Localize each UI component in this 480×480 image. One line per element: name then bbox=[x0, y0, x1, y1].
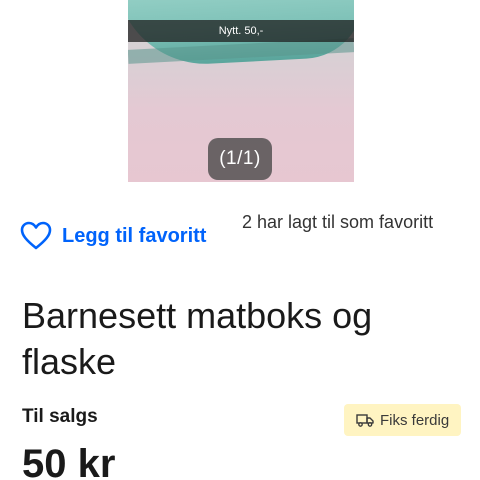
sale-status-label: Til salgs bbox=[22, 406, 98, 427]
heart-outline-icon bbox=[20, 221, 52, 250]
image-gallery[interactable]: Nytt. 50,- (1/1) bbox=[0, 0, 480, 182]
photo-caption: Nytt. 50,- bbox=[128, 20, 354, 42]
sale-row: Til salgs Fiks ferdig bbox=[0, 400, 480, 440]
truck-icon bbox=[356, 414, 374, 427]
listing-photo[interactable]: Nytt. 50,- (1/1) bbox=[128, 0, 354, 182]
add-favorite-label: Legg til favoritt bbox=[62, 224, 207, 247]
favorite-row: Legg til favoritt 2 har lagt til som fav… bbox=[0, 200, 480, 270]
fiks-ferdig-badge: Fiks ferdig bbox=[344, 404, 462, 436]
image-counter: (1/1) bbox=[208, 138, 272, 180]
listing-title: Barnesett matboks og flaske bbox=[22, 295, 373, 382]
listing-price: 50 kr bbox=[22, 442, 116, 480]
add-favorite-button[interactable]: Legg til favoritt bbox=[20, 216, 206, 256]
favorite-count-text: 2 har lagt til som favoritt bbox=[242, 212, 434, 232]
fiks-ferdig-label: Fiks ferdig bbox=[380, 411, 450, 429]
